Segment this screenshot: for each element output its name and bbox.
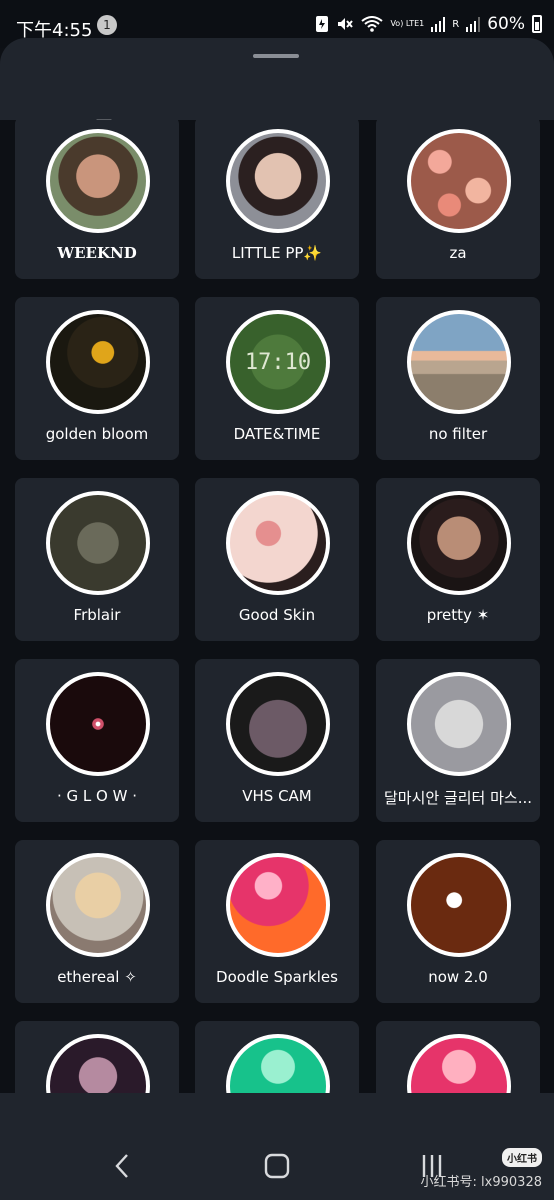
effect-label: ethereal ✧: [57, 968, 137, 986]
effect-label: Frblair: [73, 606, 121, 624]
effect-card[interactable]: [376, 1021, 540, 1093]
back-icon: [115, 1154, 128, 1178]
effect-label: golden bloom: [45, 425, 149, 443]
watermark: 小红书 小红书号: lx990328: [421, 1148, 542, 1190]
lte-label: Vo) LTE1: [390, 19, 425, 28]
home-icon: [264, 1153, 290, 1179]
effect-thumbnail: 17:10: [226, 310, 330, 414]
effect-card[interactable]: WEEKND: [15, 120, 179, 279]
effect-thumbnail: [407, 1034, 511, 1093]
effect-card[interactable]: VHS CAM: [195, 659, 359, 822]
effect-label: no filter: [428, 425, 488, 443]
effect-thumbnail: [226, 491, 330, 595]
effect-card[interactable]: · G L O W ·: [15, 659, 179, 822]
effect-label: DATE&TIME: [233, 425, 321, 443]
effect-thumbnail: [407, 129, 511, 233]
effect-thumbnail: [46, 672, 150, 776]
mute-icon: [338, 18, 354, 30]
effect-thumbnail: [226, 853, 330, 957]
effect-card[interactable]: now 2.0: [376, 840, 540, 1003]
effect-card[interactable]: 17:10 DATE&TIME: [195, 297, 359, 460]
thumbnail-overlay-text: 17:10: [244, 350, 312, 375]
drag-handle[interactable]: [253, 54, 299, 58]
effect-card[interactable]: 달마시안 글리터 마스...: [376, 659, 540, 822]
signal-icon-1: [431, 17, 446, 32]
battery-icon: [532, 15, 542, 33]
effect-card[interactable]: Good Skin: [195, 478, 359, 641]
effect-card[interactable]: [15, 1021, 179, 1093]
roaming-label: R: [452, 18, 460, 30]
watermark-text: 小红书号: lx990328: [420, 1175, 542, 1190]
effect-thumbnail: [226, 1034, 330, 1093]
effect-thumbnail: [46, 310, 150, 414]
status-icons: Vo) LTE1 R 60%: [315, 14, 542, 34]
wifi-icon: [361, 16, 384, 32]
effect-label: LITTLE PP✨: [231, 244, 323, 262]
effect-card[interactable]: za: [376, 120, 540, 279]
effect-thumbnail: [46, 1034, 150, 1093]
effect-thumbnail: [407, 310, 511, 414]
effect-thumbnail: [407, 491, 511, 595]
nav-home-button[interactable]: [257, 1149, 297, 1183]
nav-back-button[interactable]: [102, 1149, 142, 1183]
effect-label: VHS CAM: [242, 787, 312, 805]
effects-grid: WEEKND LITTLE PP✨ za golden bloom 17:10 DATE&…: [0, 120, 554, 1093]
effect-thumbnail: [46, 853, 150, 957]
effect-label: pretty ✶: [426, 606, 490, 624]
effect-label: now 2.0: [428, 968, 488, 986]
effect-label: WEEKND: [57, 244, 137, 262]
effect-label: · G L O W ·: [57, 787, 137, 805]
battery-percent: 60%: [487, 14, 525, 34]
effect-label: Doodle Sparkles: [216, 968, 338, 986]
nfc-icon: [316, 16, 329, 32]
effect-card[interactable]: Doodle Sparkles: [195, 840, 359, 1003]
signal-icon-2: [466, 17, 481, 32]
effect-card[interactable]: no filter: [376, 297, 540, 460]
effect-thumbnail: [407, 672, 511, 776]
effect-card[interactable]: Frblair: [15, 478, 179, 641]
watermark-logo: 小红书: [502, 1148, 542, 1167]
notification-count-badge: 1: [97, 15, 117, 35]
effect-label: 달마시안 글리터 마스...: [383, 789, 533, 807]
effect-thumbnail: [226, 129, 330, 233]
effect-thumbnail: [46, 129, 150, 233]
effect-thumbnail: [226, 672, 330, 776]
effect-card[interactable]: LITTLE PP✨: [195, 120, 359, 279]
effect-label: Good Skin: [238, 606, 316, 624]
effect-card[interactable]: ethereal ✧: [15, 840, 179, 1003]
effect-label: za: [449, 244, 467, 262]
effect-card[interactable]: [195, 1021, 359, 1093]
effect-thumbnail: [407, 853, 511, 957]
effect-thumbnail: [46, 491, 150, 595]
effect-card[interactable]: pretty ✶: [376, 478, 540, 641]
effect-card[interactable]: golden bloom: [15, 297, 179, 460]
